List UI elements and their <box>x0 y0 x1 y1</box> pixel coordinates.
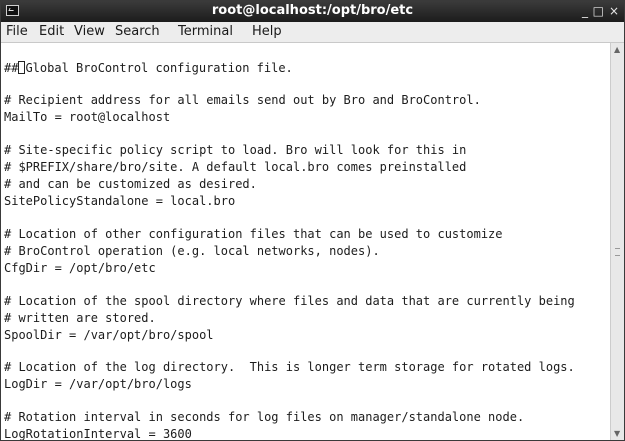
terminal-line: # Site-specific policy script to load. B… <box>4 143 467 157</box>
terminal-content[interactable]: ## Global BroControl configuration file. … <box>1 43 610 440</box>
terminal-line: MailTo = root@localhost <box>4 110 171 124</box>
menu-file[interactable]: File <box>6 24 28 39</box>
maximize-button[interactable]: □ <box>593 3 604 19</box>
menu-view[interactable]: View <box>74 24 105 39</box>
vertical-scrollbar[interactable]: ▲ ▼ <box>610 43 624 440</box>
menu-terminal[interactable]: Terminal <box>178 24 233 39</box>
title-bar[interactable]: root@localhost:/opt/bro/etc _ □ × <box>1 1 624 22</box>
menu-help[interactable]: Help <box>252 24 282 39</box>
terminal-line: ## Global BroControl configuration file. <box>4 60 293 77</box>
terminal-line: # and can be customized as desired. <box>4 177 257 191</box>
scroll-grip-icon[interactable] <box>615 248 620 256</box>
terminal-line: # Location of the log directory. This is… <box>4 360 575 374</box>
menu-search[interactable]: Search <box>115 24 160 39</box>
terminal-line: # written are stored. <box>4 311 156 325</box>
terminal-line: # Recipient address for all emails send … <box>4 93 481 107</box>
terminal-line: LogRotationInterval = 3600 <box>4 427 192 440</box>
terminal-line: CfgDir = /opt/bro/etc <box>4 261 156 275</box>
line-prefix: ## <box>4 61 19 75</box>
menu-bar: File Edit View Search Terminal Help <box>1 22 624 43</box>
line-text: Global BroControl configuration file. <box>25 61 293 75</box>
terminal-line: SitePolicyStandalone = local.bro <box>4 194 236 208</box>
terminal-line: # Location of other configuration files … <box>4 227 503 241</box>
minimize-button[interactable]: _ <box>582 3 588 19</box>
close-button[interactable]: × <box>609 3 619 19</box>
terminal-line: # $PREFIX/share/bro/site. A default loca… <box>4 160 467 174</box>
window-title: root@localhost:/opt/bro/etc <box>211 3 414 18</box>
menu-edit[interactable]: Edit <box>39 24 64 39</box>
terminal-line: SpoolDir = /var/opt/bro/spool <box>4 328 214 342</box>
scroll-down-arrow-icon[interactable]: ▼ <box>614 429 620 438</box>
terminal-line: # Location of the spool directory where … <box>4 294 575 308</box>
terminal-line: # BroControl operation (e.g. local netwo… <box>4 244 380 258</box>
terminal-line: LogDir = /var/opt/bro/logs <box>4 377 192 391</box>
terminal-line: # Rotation interval in seconds for log f… <box>4 410 525 424</box>
terminal-window: root@localhost:/opt/bro/etc _ □ × File E… <box>0 0 625 441</box>
scroll-up-arrow-icon[interactable]: ▲ <box>614 45 620 54</box>
